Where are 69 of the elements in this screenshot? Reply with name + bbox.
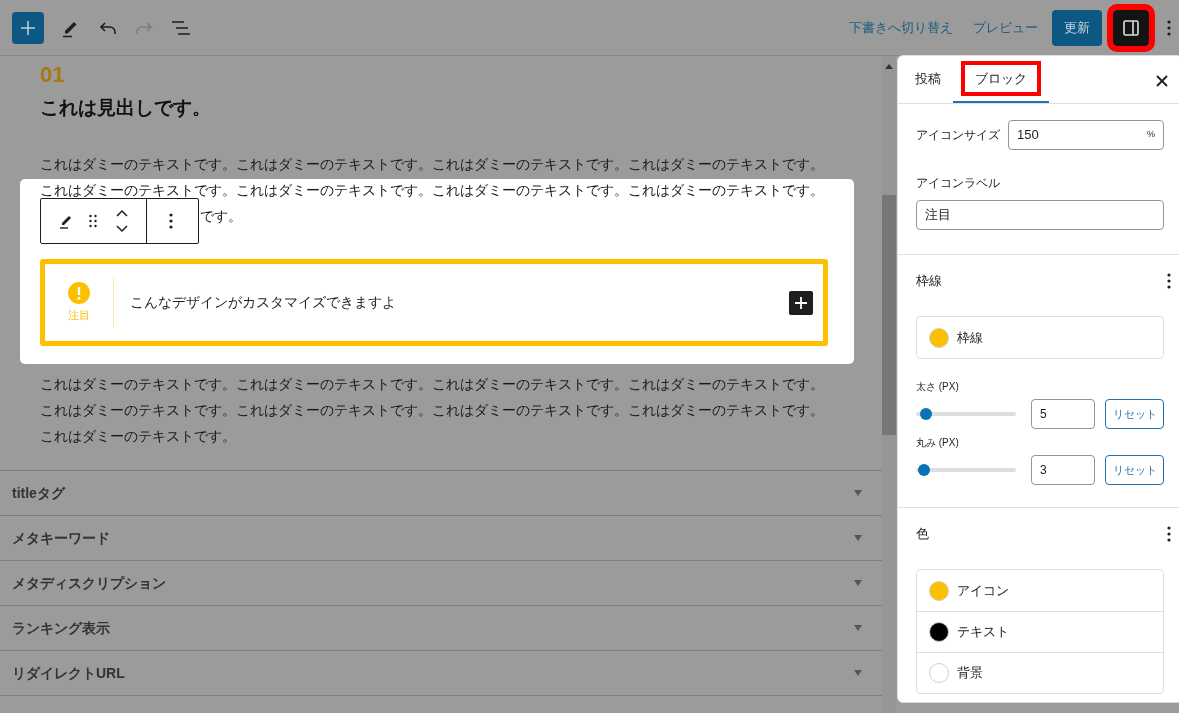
update-button[interactable]: 更新 — [1052, 9, 1102, 46]
plus-icon — [794, 295, 808, 310]
expand-icon[interactable] — [854, 625, 862, 631]
meta-box-header[interactable]: titleタグ — [0, 470, 882, 515]
exclamation-icon — [68, 281, 90, 304]
meta-box-title: メタキーワード — [12, 528, 110, 548]
color-item[interactable]: 背景 — [917, 652, 1163, 693]
meta-box-title: メタディスクリプション — [12, 573, 166, 593]
close-icon[interactable] — [1156, 75, 1168, 87]
more-options-icon[interactable] — [1167, 273, 1171, 289]
section-title: 色 — [916, 525, 929, 544]
number-field[interactable]: 5 — [1031, 399, 1095, 429]
scrollbar[interactable] — [882, 56, 896, 713]
heading: これは見出しです。 — [40, 96, 212, 120]
color-item[interactable]: 枠線 — [917, 317, 1163, 358]
paragraph-line: これはダミーのテキストです。これはダミーのテキストです。これはダミーのテキストです。これはダミーのテキストです。 — [40, 375, 824, 394]
number-field[interactable]: 3 — [1031, 455, 1095, 485]
meta-box-header[interactable]: メタディスクリプション — [0, 560, 882, 605]
meta-box-title: リダイレクトURL — [12, 663, 125, 683]
number-field[interactable]: 150 % — [1008, 120, 1164, 150]
expand-icon[interactable] — [854, 580, 862, 586]
expand-icon[interactable] — [854, 670, 862, 676]
color-label: 枠線 — [957, 328, 983, 347]
sidebar-panel-icon — [1122, 18, 1140, 37]
list-view-icon[interactable] — [171, 20, 191, 35]
slider[interactable] — [916, 408, 1016, 420]
meta-box-header[interactable]: メタキーワード — [0, 515, 882, 560]
move-up-down-icon[interactable] — [115, 208, 129, 234]
meta-box-title: ランキング表示 — [12, 618, 110, 638]
drag-handle-icon[interactable] — [89, 214, 97, 228]
expand-icon[interactable] — [854, 535, 862, 541]
sidebar-tab[interactable]: 投稿 — [903, 56, 953, 103]
expand-icon[interactable] — [854, 490, 862, 496]
more-options-icon[interactable] — [1167, 526, 1171, 542]
paragraph-line: これはダミーのテキストです。これはダミーのテキストです。これはダミーのテキストです。これはダミーのテキストです。 — [40, 155, 824, 174]
scroll-up-icon[interactable] — [885, 64, 893, 69]
section-title: 枠線 — [916, 272, 942, 291]
color-label: アイコン — [957, 581, 1009, 600]
undo-icon[interactable] — [99, 20, 117, 35]
meta-box-header[interactable]: リダイレクトURL — [0, 650, 882, 695]
color-label: 背景 — [957, 664, 983, 683]
reset-button[interactable]: リセット — [1105, 399, 1164, 429]
color-label: テキスト — [957, 623, 1009, 642]
color-item[interactable]: アイコン — [917, 570, 1163, 611]
paragraph-line: これはダミーのテキストです。これはダミーのテキストです。これはダミーのテキストです。これはダミーのテキストです。 — [40, 401, 824, 420]
unit-label: % — [1147, 128, 1155, 142]
callout-icon-label: 注目 — [68, 307, 90, 323]
heading-number: 01 — [40, 62, 66, 88]
field-label: アイコンラベル — [916, 175, 1001, 192]
slider-thumb[interactable] — [919, 408, 932, 420]
paragraph-line: これはダミーのテキストです。これはダミーのテキストです。これはダミーのテキストです。これはダミーのテキストです。 — [40, 181, 824, 200]
field-label: 太さ (PX) — [916, 380, 960, 394]
more-options-icon[interactable] — [169, 213, 173, 229]
text-field[interactable]: 注目 — [916, 200, 1164, 230]
add-block-button[interactable] — [789, 290, 813, 315]
meta-box-title: titleタグ — [12, 483, 65, 503]
meta-box-header[interactable]: ランキング表示 — [0, 605, 882, 650]
slider[interactable] — [916, 464, 1016, 476]
color-item[interactable]: テキスト — [917, 611, 1163, 652]
reset-button[interactable]: リセット — [1105, 455, 1164, 485]
callout-text: こんなデザインがカスタマイズできますよ — [130, 293, 397, 312]
paragraph-line: これはダミーのテキストです。 — [40, 427, 236, 446]
field-label: アイコンサイズ — [916, 127, 1000, 144]
plus-icon — [20, 19, 36, 36]
paragraph-line: です。 — [200, 207, 242, 226]
more-options-icon[interactable] — [1167, 19, 1171, 36]
sidebar-tab[interactable]: ブロック — [953, 56, 1049, 103]
slider-thumb[interactable] — [917, 464, 930, 476]
field-label: 丸み (PX) — [916, 436, 960, 450]
